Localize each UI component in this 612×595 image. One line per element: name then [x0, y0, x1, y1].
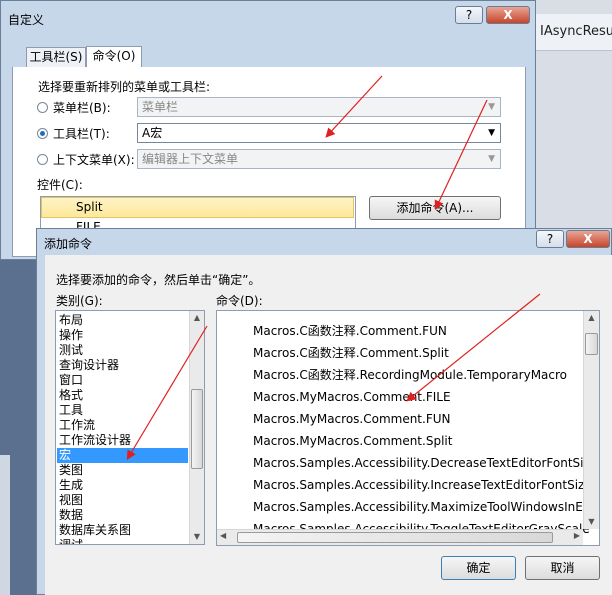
customize-help-button[interactable]: ? [455, 6, 483, 24]
scroll-down-arrow-icon[interactable]: ▼ [584, 515, 599, 529]
commands-listbox[interactable]: Macros.C函数注释.Comment.FUN Macros.C函数注释.Co… [216, 310, 600, 546]
menubar-radio-label: 菜单栏(B): [53, 101, 111, 115]
category-item[interactable]: 窗口 [59, 373, 83, 388]
add-command-button[interactable]: 添加命令(A)... [369, 196, 501, 220]
context-menu-radio-label: 上下文菜单(X): [53, 153, 135, 167]
command-item[interactable]: Macros.MyMacros.Comment.FUN [253, 408, 451, 430]
command-item[interactable]: Macros.MyMacros.Comment.Split [253, 430, 452, 452]
background-left-strip [0, 455, 10, 595]
command-item[interactable]: Macros.C函数注释.Comment.Split [253, 342, 449, 364]
menubar-combo[interactable]: 菜单栏 ▼ [137, 97, 501, 117]
controls-item-selected[interactable]: Split [41, 197, 354, 218]
scroll-up-arrow-icon[interactable]: ▲ [190, 311, 204, 325]
category-item[interactable]: 工具 [59, 403, 83, 418]
toolbar-radio-label: 工具栏(T): [53, 127, 110, 141]
context-menu-radio[interactable] [37, 154, 48, 165]
category-item[interactable]: 工作流设计器 [59, 433, 131, 448]
customize-close-button[interactable]: X [486, 6, 530, 24]
context-menu-combo-value: 编辑器上下文菜单 [142, 152, 239, 166]
menubar-radio[interactable] [37, 102, 48, 113]
category-item[interactable]: 数据 [59, 508, 83, 523]
rearrange-prompt: 选择要重新排列的菜单或工具栏: [38, 80, 211, 94]
command-item[interactable]: Macros.Samples.Accessibility.MaximizeToo… [253, 496, 599, 518]
scroll-left-arrow-icon[interactable]: ◀ [220, 531, 226, 540]
background-tab-label: IAsyncResult [540, 24, 612, 39]
category-item[interactable]: 数据库关系图 [59, 523, 131, 538]
command-item[interactable]: Macros.C函数注释.RecordingModule.TemporaryMa… [253, 364, 567, 386]
category-item-selected[interactable]: 宏 [57, 448, 188, 463]
category-item[interactable]: 操作 [59, 328, 83, 343]
scroll-right-arrow-icon[interactable]: ▶ [574, 531, 580, 540]
commands-label: 命令(D): [216, 294, 263, 308]
instruction-text: 选择要添加的命令，然后单击“确定”。 [56, 273, 261, 287]
category-item[interactable]: 查询设计器 [59, 358, 119, 373]
chevron-down-icon: ▼ [488, 154, 495, 164]
category-item[interactable]: 工作流 [59, 418, 95, 433]
category-item[interactable]: 生成 [59, 478, 83, 493]
tab-commands[interactable]: 命令(O) [86, 46, 142, 68]
categories-listbox[interactable]: 布局 操作 测试 查询设计器 窗口 格式 工具 工作流 工作流设计器 宏 类图 … [55, 310, 205, 545]
commands-horizontal-scrollbar[interactable]: ◀ ▶ [217, 529, 583, 545]
category-item[interactable]: 类图 [59, 463, 83, 478]
category-item[interactable]: 调试 [59, 538, 83, 544]
command-item[interactable]: Macros.Samples.Accessibility.DecreaseTex… [253, 452, 597, 474]
command-item[interactable]: Macros.MyMacros.Comment.FILE [253, 386, 451, 408]
scroll-up-arrow-icon[interactable]: ▲ [584, 311, 599, 325]
add-command-help-button[interactable]: ? [536, 230, 564, 248]
category-item[interactable]: 格式 [59, 388, 83, 403]
commands-hscroll-thumb[interactable] [237, 532, 553, 543]
context-menu-combo[interactable]: 编辑器上下文菜单 ▼ [137, 149, 501, 169]
categories-label: 类别(G): [56, 294, 103, 308]
controls-label: 控件(C): [37, 178, 83, 192]
tab-toolbars[interactable]: 工具栏(S) [26, 47, 86, 67]
ok-button[interactable]: 确定 [441, 556, 516, 580]
category-item[interactable]: 视图 [59, 493, 83, 508]
command-item[interactable]: Macros.Samples.Accessibility.IncreaseTex… [253, 474, 592, 496]
category-item[interactable]: 布局 [59, 313, 83, 328]
add-command-dialog-title: 添加命令 [44, 237, 93, 251]
commands-scroll-thumb[interactable] [585, 333, 598, 355]
category-item[interactable]: 测试 [59, 343, 83, 358]
scroll-down-arrow-icon[interactable]: ▼ [190, 530, 204, 544]
categories-scrollbar[interactable]: ▲ ▼ [189, 311, 204, 544]
chevron-down-icon: ▼ [488, 102, 495, 112]
toolbar-combo-value: A宏 [142, 126, 163, 140]
cancel-button[interactable]: 取消 [525, 556, 600, 580]
add-command-close-button[interactable]: X [566, 230, 610, 248]
chevron-down-icon: ▼ [488, 128, 495, 138]
commands-vertical-scrollbar[interactable]: ▲ ▼ [583, 311, 599, 529]
command-item[interactable]: Macros.C函数注释.Comment.FUN [253, 320, 447, 342]
menubar-combo-value: 菜单栏 [142, 100, 179, 114]
toolbar-radio[interactable] [37, 128, 48, 139]
customize-dialog-title: 自定义 [8, 13, 45, 27]
toolbar-combo[interactable]: A宏 ▼ [137, 123, 501, 143]
categories-scroll-thumb[interactable] [191, 389, 203, 469]
